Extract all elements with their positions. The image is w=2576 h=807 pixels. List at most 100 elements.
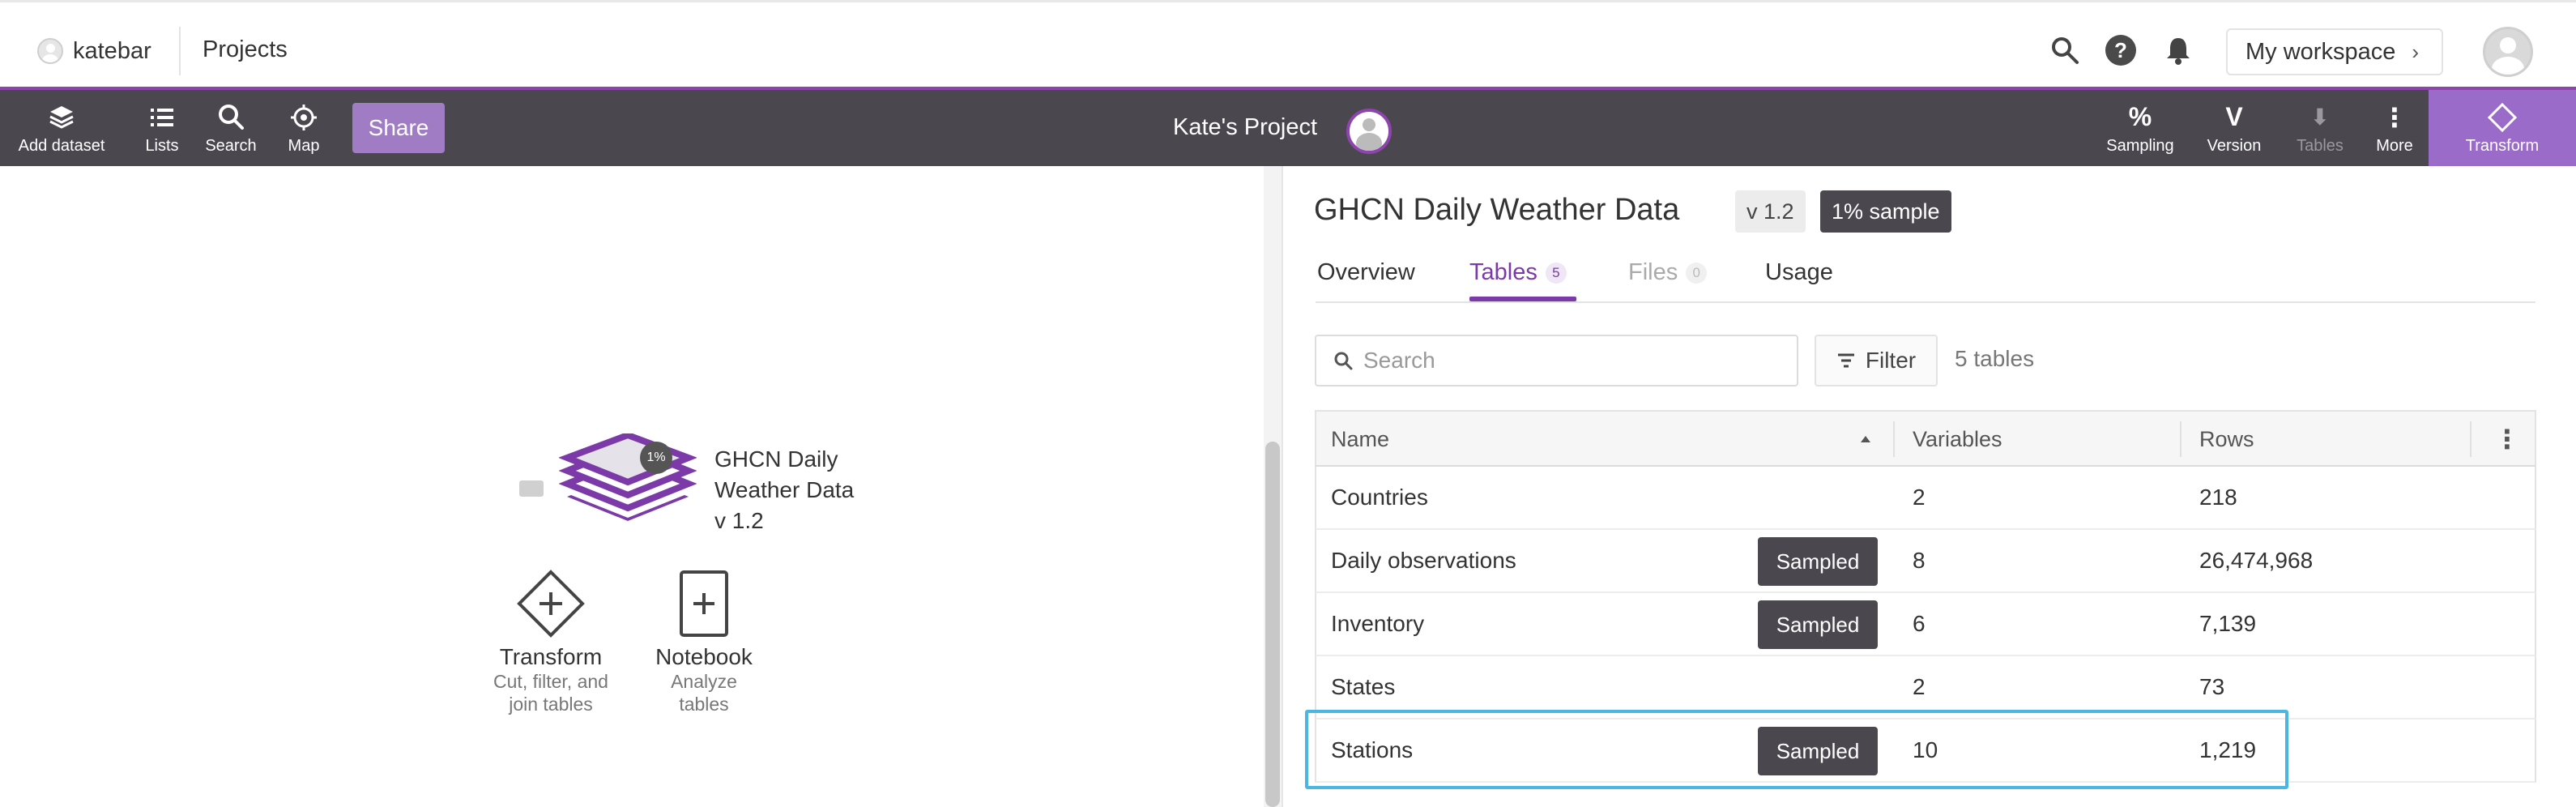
my-workspace-button[interactable]: My workspace › <box>2226 28 2443 75</box>
dataset-stack-icon[interactable] <box>559 433 697 547</box>
tab-label: Usage <box>1765 259 1833 285</box>
tab-label: Files <box>1628 259 1678 285</box>
column-header-name[interactable]: Name <box>1331 412 1389 467</box>
action-sub-line2: tables <box>679 694 729 715</box>
notebook-action[interactable]: Notebook Analyze tables <box>635 567 773 715</box>
search-icon <box>219 104 244 130</box>
column-separator <box>2180 421 2181 457</box>
search-tool-button[interactable]: Search <box>198 90 264 166</box>
tab-tables[interactable]: Tables 5 <box>1469 259 1567 286</box>
tab-overview[interactable]: Overview <box>1317 259 1415 286</box>
sort-ascending-icon[interactable] <box>1859 434 1872 444</box>
row-name: Stations <box>1331 737 1414 762</box>
tab-label: Overview <box>1317 259 1415 285</box>
sample-percent-badge: 1% <box>640 442 672 474</box>
column-header-variables[interactable]: Variables <box>1913 412 2002 467</box>
tool-label: Add dataset <box>18 136 105 155</box>
transform-diamond-icon <box>2487 102 2518 132</box>
percent-icon: % <box>2128 102 2152 131</box>
row-name: Inventory <box>1331 611 1425 636</box>
profile-avatar[interactable] <box>2483 27 2533 77</box>
sample-badge[interactable]: 1% sample <box>1820 190 1951 233</box>
table-row[interactable]: Inventory Sampled 6 7,139 <box>1315 593 2536 656</box>
transform-diamond-icon <box>517 570 585 638</box>
transform-action[interactable]: Transform Cut, filter, and join tables <box>478 567 624 715</box>
tab-count-badge: 0 <box>1686 262 1708 284</box>
table-row[interactable]: Stations Sampled 10 1,219 <box>1315 719 2536 783</box>
row-name: States <box>1331 674 1396 699</box>
table-row[interactable]: Countries 2 218 <box>1315 467 2536 530</box>
tab-files[interactable]: Files 0 <box>1628 259 1708 286</box>
column-header-rows[interactable]: Rows <box>2199 412 2254 467</box>
project-title[interactable]: Kate's Project <box>1173 114 1317 141</box>
table-row[interactable]: States 2 73 <box>1315 656 2536 719</box>
more-button[interactable]: ⋮ More <box>2354 90 2435 166</box>
layers-icon <box>49 105 74 129</box>
table-header: Name Variables Rows ⋮ <box>1315 410 2536 467</box>
search-input[interactable] <box>1363 348 1785 374</box>
download-arrow-icon: ⬇ <box>2310 105 2330 130</box>
version-button[interactable]: V Version <box>2194 90 2275 166</box>
dataset-node-name-line2: Weather Data <box>714 477 855 502</box>
row-variables: 2 <box>1913 485 1926 510</box>
sampled-badge: Sampled <box>1758 727 1878 775</box>
sampling-button[interactable]: % Sampling <box>2100 90 2181 166</box>
tables-button[interactable]: ⬇ Tables <box>2280 90 2361 166</box>
row-variables: 10 <box>1913 737 1938 762</box>
map-target-icon <box>291 104 317 130</box>
tool-label: Transform <box>2465 136 2540 155</box>
tab-count-badge: 5 <box>1545 262 1567 284</box>
tab-usage[interactable]: Usage <box>1765 259 1833 286</box>
kebab-menu-icon: ⋮ <box>2382 102 2408 132</box>
dataset-tabs: Overview Tables 5 Files 0 Usage <box>1316 243 2535 303</box>
filter-button[interactable]: Filter <box>1815 335 1938 386</box>
row-name: Daily observations <box>1331 548 1516 573</box>
add-dataset-button[interactable]: Add dataset <box>13 90 110 166</box>
row-variables: 8 <box>1913 548 1926 573</box>
project-owner-avatar[interactable] <box>1346 109 1392 154</box>
lists-button[interactable]: Lists <box>130 90 194 166</box>
tool-label: Search <box>205 136 257 155</box>
workspace-label: My workspace <box>2245 38 2396 65</box>
dataset-title: GHCN Daily Weather Data <box>1314 193 1680 227</box>
action-sub-line2: join tables <box>509 694 593 715</box>
row-name: Countries <box>1331 485 1428 510</box>
tool-label: Version <box>2207 136 2262 155</box>
active-tab-indicator <box>1469 297 1576 301</box>
table-count: 5 tables <box>1955 346 2035 371</box>
sampled-badge: Sampled <box>1758 600 1878 649</box>
filter-lines-icon <box>1837 353 1854 368</box>
help-icon[interactable]: ? <box>2105 35 2136 66</box>
table-search-field[interactable] <box>1315 335 1798 386</box>
version-badge[interactable]: v 1.2 <box>1735 190 1806 233</box>
row-count: 7,139 <box>2199 611 2257 636</box>
username: katebar <box>73 37 151 64</box>
sampled-badge: Sampled <box>1758 537 1878 586</box>
dataset-node-label[interactable]: GHCN Daily Weather Data v 1.2 <box>714 444 854 536</box>
divider <box>179 27 181 75</box>
projects-link[interactable]: Projects <box>203 36 288 63</box>
dataset-node-name-line1: GHCN Daily <box>714 446 838 472</box>
column-options-kebab-icon[interactable]: ⋮ <box>2494 412 2520 467</box>
tool-label: Tables <box>2297 136 2344 155</box>
action-sub-line1: Cut, filter, and <box>493 671 608 692</box>
table-row[interactable]: Daily observations Sampled 8 26,474,968 <box>1315 530 2536 593</box>
column-separator <box>1893 421 1895 457</box>
share-button[interactable]: Share <box>352 103 445 153</box>
action-sub-line1: Analyze <box>671 671 737 692</box>
row-variables: 2 <box>1913 674 1926 699</box>
dataset-node-version: v 1.2 <box>714 508 764 533</box>
top-bar: katebar Projects ? My workspace › <box>0 0 2576 87</box>
comment-icon[interactable] <box>519 480 544 497</box>
map-button[interactable]: Map <box>275 90 332 166</box>
bell-icon[interactable] <box>2163 35 2194 66</box>
search-icon <box>1334 352 1353 370</box>
chevron-right-icon: › <box>2412 39 2419 64</box>
row-count: 218 <box>2199 485 2237 510</box>
list-icon <box>151 108 173 126</box>
search-icon[interactable] <box>2049 35 2080 66</box>
row-variables: 6 <box>1913 611 1926 636</box>
transform-tab[interactable]: Transform <box>2429 90 2576 166</box>
user-menu[interactable]: katebar <box>37 33 151 69</box>
canvas-scrollbar-thumb[interactable] <box>1265 442 1280 807</box>
